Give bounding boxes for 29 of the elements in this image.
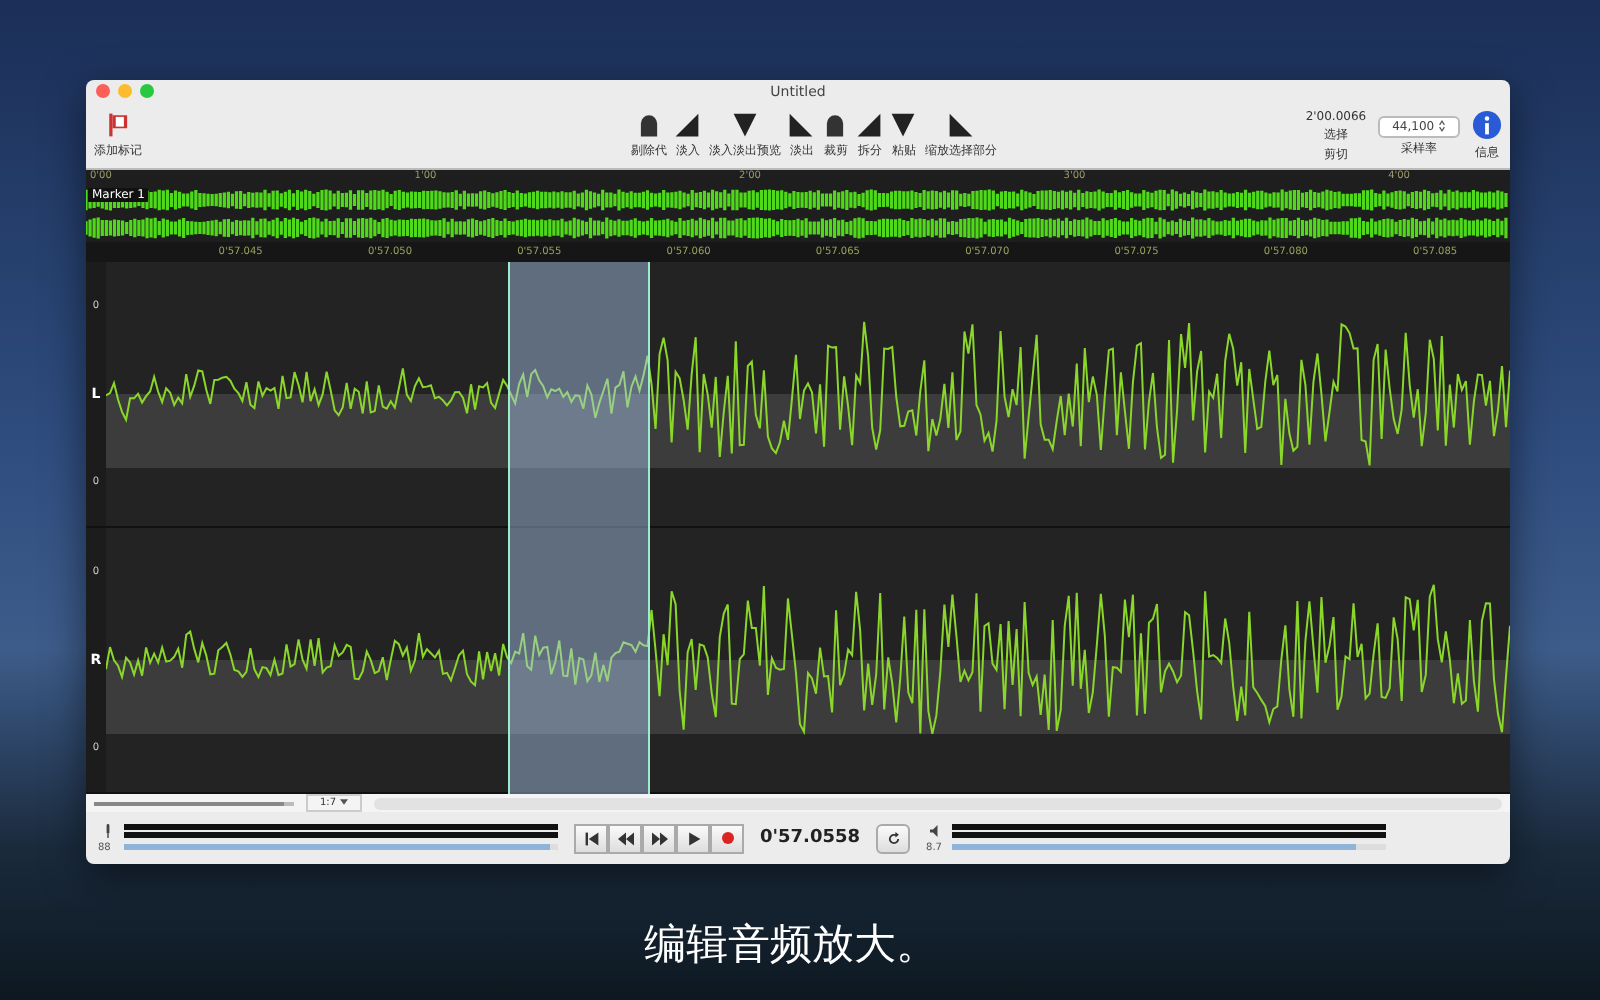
caption-text: 编辑音频放大。	[644, 918, 938, 972]
fast-forward-icon	[651, 831, 667, 845]
rewind-button[interactable]	[608, 823, 642, 853]
tool-icon	[822, 112, 849, 138]
selection-highlight[interactable]	[508, 262, 650, 794]
tool-icon	[947, 112, 974, 138]
speaker-icon	[930, 823, 943, 837]
close-button[interactable]	[96, 84, 110, 98]
tool-icon	[635, 112, 662, 138]
tool-icon	[890, 112, 917, 138]
play-button[interactable]	[676, 823, 710, 853]
tool-icon	[731, 112, 758, 138]
tool-icon	[856, 112, 883, 138]
play-icon	[685, 831, 701, 845]
loop-button[interactable]	[876, 823, 911, 853]
rewind-icon	[617, 831, 633, 845]
stepper-icon	[1438, 119, 1446, 132]
time-display: 0'57.0558	[760, 828, 861, 848]
skip-back-icon	[583, 831, 599, 845]
tool-icon	[674, 112, 701, 138]
scroll-bar[interactable]	[373, 797, 1502, 809]
flag-icon	[105, 112, 131, 138]
fast-forward-button[interactable]	[642, 823, 676, 853]
caret-icon	[339, 796, 348, 809]
info-icon	[1472, 110, 1502, 140]
tool-icon	[788, 112, 815, 138]
loop-icon	[885, 831, 902, 845]
skip-back-button[interactable]	[574, 823, 608, 853]
record-button[interactable]	[710, 823, 744, 853]
